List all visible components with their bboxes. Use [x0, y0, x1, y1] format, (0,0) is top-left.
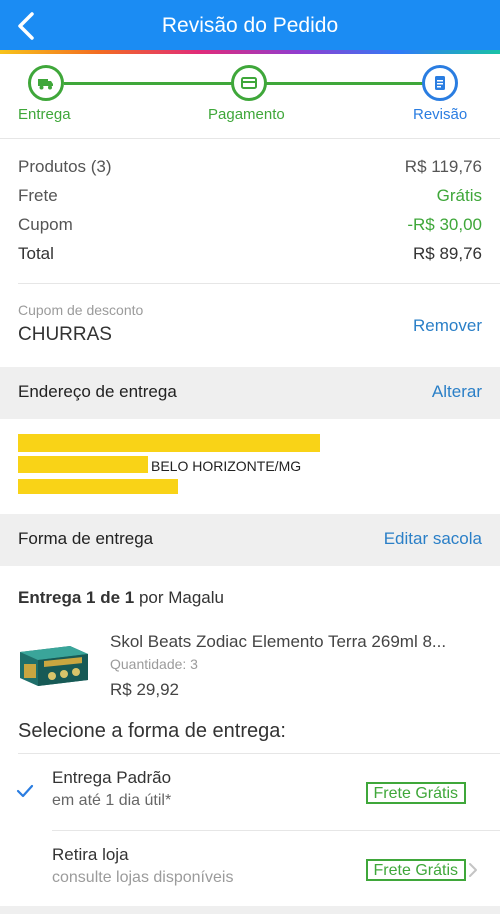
address-city: BELO HORIZONTE/MG	[151, 458, 302, 474]
free-shipping-badge: Frete Grátis	[365, 859, 466, 881]
free-shipping-badge: Frete Grátis	[365, 782, 466, 804]
redacted-address-line	[18, 434, 320, 452]
product-price: R$ 29,92	[110, 680, 179, 699]
shipping-method-title: Selecione a forma de entrega:	[18, 720, 286, 742]
coupon-code: CHURRAS	[18, 324, 112, 345]
summary-coupon-label: Cupom	[18, 215, 73, 234]
step-label-pagamento: Pagamento	[208, 106, 285, 123]
truck-icon	[38, 79, 53, 90]
step-connector	[266, 82, 426, 85]
summary-total-value: R$ 89,76	[413, 244, 482, 263]
shipping-option-subtitle: em até 1 dia útil*	[52, 792, 172, 809]
product-image	[20, 646, 88, 686]
step-connector	[64, 82, 234, 85]
summary-shipping-row: Frete Grátis	[18, 186, 482, 212]
app-header: Revisão do Pedido	[0, 0, 500, 54]
shipping-option-standard[interactable]: Entrega Padrão em até 1 dia útil* Frete …	[0, 754, 500, 830]
summary-shipping-value: Grátis	[436, 186, 482, 205]
checkmark-icon	[16, 784, 34, 798]
bottom-section-bar	[0, 906, 500, 914]
chevron-right-icon	[469, 863, 477, 877]
shipping-option-title: Retira loja	[52, 845, 129, 864]
shipping-option-title: Entrega Padrão	[52, 768, 172, 787]
step-label-entrega: Entrega	[18, 106, 71, 123]
summary-total-label: Total	[18, 244, 54, 263]
address-section-header: Endereço de entrega Alterar	[0, 367, 500, 419]
divider	[0, 138, 500, 139]
header-accent-stripe	[0, 50, 500, 54]
remove-coupon-link[interactable]: Remover	[413, 316, 482, 336]
delivery-section-label: Forma de entrega	[18, 529, 154, 548]
divider	[18, 283, 500, 284]
summary-total-row: Total R$ 89,76	[18, 244, 482, 270]
step-entrega[interactable]	[28, 65, 64, 101]
change-address-link[interactable]: Alterar	[432, 382, 482, 402]
step-label-revisao: Revisão	[413, 106, 468, 123]
delivery-section-header: Forma de entrega Editar sacola	[0, 514, 500, 566]
document-icon	[435, 76, 445, 90]
shipping-option-pickup[interactable]: Retira loja consulte lojas disponíveis F…	[0, 831, 500, 907]
edit-bag-link[interactable]: Editar sacola	[384, 529, 482, 549]
delivery-title: Entrega 1 de 1 por Magalu	[18, 588, 224, 608]
summary-products-row: Produtos (3) R$ 119,76	[18, 157, 482, 183]
delivery-count: Entrega 1 de 1	[18, 588, 135, 607]
coupon-label: Cupom de desconto	[18, 302, 144, 318]
delivery-seller: por Magalu	[134, 588, 224, 607]
summary-coupon-value: -R$ 30,00	[407, 215, 482, 234]
redacted-address-line	[18, 479, 178, 494]
shipping-option-subtitle: consulte lojas disponíveis	[52, 869, 234, 886]
card-icon	[241, 77, 257, 89]
product-name[interactable]: Skol Beats Zodiac Elemento Terra 269ml 8…	[110, 632, 446, 652]
summary-products-value: R$ 119,76	[404, 157, 482, 176]
checkout-stepper: Entrega Pagamento Revisão	[0, 56, 500, 138]
step-pagamento[interactable]	[231, 65, 267, 101]
page-title: Revisão do Pedido	[161, 14, 339, 37]
summary-products-label: Produtos (3)	[18, 157, 112, 176]
product-quantity: Quantidade: 3	[110, 656, 198, 672]
step-revisao[interactable]	[422, 65, 458, 101]
address-section-label: Endereço de entrega	[18, 382, 177, 401]
redacted-address-line	[18, 456, 148, 473]
summary-shipping-label: Frete	[18, 186, 58, 205]
summary-coupon-row: Cupom -R$ 30,00	[18, 215, 482, 241]
